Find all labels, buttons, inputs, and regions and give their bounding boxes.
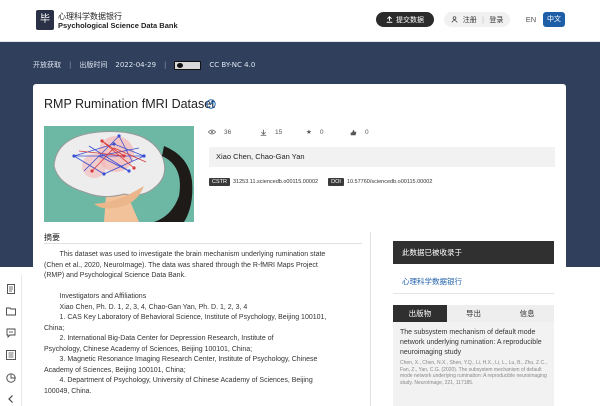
downloads-count: 15 — [275, 128, 283, 136]
abstract-line: (RMP) and Psychological Science Data Ban… — [44, 272, 187, 279]
abstract-body: This dataset was used to investigate the… — [44, 250, 362, 397]
login-link[interactable]: 登录 — [489, 15, 503, 25]
top-header: 毕 心理科学数据银行 Psychological Science Data Ba… — [0, 0, 600, 42]
stars-stat[interactable]: ★ 0 — [306, 126, 350, 138]
identifier-row: CSTR 31253.11.sciencedb.o00115.00002 DOI… — [209, 178, 432, 186]
auth-divider: | — [481, 15, 485, 24]
abstract-line: (Chen et al., 2020, NeuroImage). The dat… — [44, 261, 318, 269]
abstract-line: 3. Magnetic Resonance Imaging Research C… — [44, 356, 318, 363]
abstract-line: 2. International Big-Data Center for Dep… — [44, 335, 274, 342]
upload-icon — [386, 16, 393, 23]
open-access-label: 开放获取 — [33, 61, 61, 69]
eye-icon — [208, 129, 216, 135]
authors-line[interactable]: Xiao Chen, Chao-Gan Yan — [209, 147, 555, 167]
publication-citation: Chen, X., Chen, N.X., Shen, Y.Q., Li, H.… — [400, 360, 547, 386]
meta-separator: | — [69, 61, 72, 69]
submit-data-button[interactable]: 提交数据 — [376, 12, 434, 27]
dataset-title: RMP Rumination fMRI Dataset — [44, 97, 215, 111]
folder-icon[interactable] — [6, 306, 16, 316]
side-tabs: 出版物 导出 信息 — [393, 305, 555, 322]
downloads-stat: 15 — [260, 126, 306, 138]
likes-stat[interactable]: 0 — [350, 126, 390, 138]
views-stat: 36 — [208, 126, 260, 138]
cstr-value[interactable]: 31253.11.sciencedb.o00115.00002 — [233, 179, 318, 185]
stars-count: 0 — [319, 128, 324, 136]
abstract-line: 100049, China. — [44, 387, 92, 395]
publication-title[interactable]: The subsystem mechanism of default mode … — [400, 328, 547, 358]
publish-date: 2022-04-29 — [115, 61, 157, 69]
download-icon — [260, 129, 267, 136]
submit-data-label: 提交数据 — [396, 15, 424, 24]
chat-icon[interactable] — [6, 328, 16, 338]
cc-license-icon[interactable] — [174, 60, 202, 70]
lang-en-button[interactable]: EN — [523, 12, 539, 27]
abstract-line — [44, 282, 362, 293]
views-count: 36 — [224, 128, 232, 136]
thumbs-up-icon — [350, 129, 357, 135]
license-text[interactable]: CC BY-NC 4.0 — [209, 61, 255, 69]
dataset-thumbnail — [44, 126, 194, 222]
meta-row: 开放获取 | 出版时间 2022-04-29 | CC BY-NC 4.0 — [33, 60, 255, 70]
register-link[interactable]: 注册 — [463, 15, 477, 25]
doi-value[interactable]: 10.57760/sciencedb.o00115.00002 — [347, 179, 433, 185]
auth-group: 注册 | 登录 — [444, 12, 510, 27]
likes-count: 0 — [365, 128, 369, 136]
star-icon: ★ — [306, 129, 312, 136]
abstract-line: 1. CAS Key Laboratory of Behavioral Scie… — [44, 314, 327, 321]
abstract-line: Psychology, Chinese Academy of Sciences,… — [44, 345, 253, 353]
meta-separator: | — [164, 61, 167, 69]
tab-publications[interactable]: 出版物 — [393, 305, 447, 322]
brain-illustration — [44, 126, 194, 222]
collapse-icon[interactable] — [6, 394, 16, 404]
abstract-line: Investigators and Affiliations — [44, 293, 147, 300]
abstract-line: Xiao Chen, Ph. D. 1, 2, 3, 4, Chao-Gan Y… — [44, 303, 248, 311]
list-icon[interactable] — [6, 350, 16, 360]
abstract-line: This dataset was used to investigate the… — [44, 251, 326, 258]
indexed-in-header: 此数据已被收录于 — [393, 241, 554, 264]
publication-card[interactable]: The subsystem mechanism of default mode … — [393, 322, 554, 406]
doi-tag: DOI — [328, 178, 344, 186]
side-divider — [393, 293, 554, 294]
chart-icon[interactable] — [6, 373, 16, 383]
logo-text-en[interactable]: Psychological Science Data Bank — [58, 21, 178, 30]
abstract-line: 4. Department of Psychology, University … — [44, 377, 313, 384]
abstract-line: Academy of Sciences, Beijing 100101, Chi… — [44, 366, 186, 374]
panel-divider — [370, 232, 371, 406]
external-link-icon[interactable] — [206, 99, 216, 109]
abstract-line: China; — [44, 324, 65, 332]
abstract-divider — [44, 243, 362, 244]
user-icon — [451, 16, 458, 23]
abstract-heading: 摘要 — [44, 233, 60, 242]
logo-icon[interactable]: 毕 — [36, 10, 54, 30]
publish-time-label: 出版时间 — [79, 61, 108, 69]
dataset-stats: 36 15 ★ 0 0 — [208, 126, 554, 138]
document-icon[interactable] — [6, 284, 16, 294]
tab-info[interactable]: 信息 — [500, 305, 555, 322]
floating-toolbar — [0, 275, 22, 406]
tab-export[interactable]: 导出 — [446, 305, 501, 322]
cstr-tag: CSTR — [209, 178, 230, 186]
lang-cn-button[interactable]: 中文 — [543, 12, 565, 27]
indexed-repository-link[interactable]: 心理科学数据银行 — [402, 276, 462, 287]
